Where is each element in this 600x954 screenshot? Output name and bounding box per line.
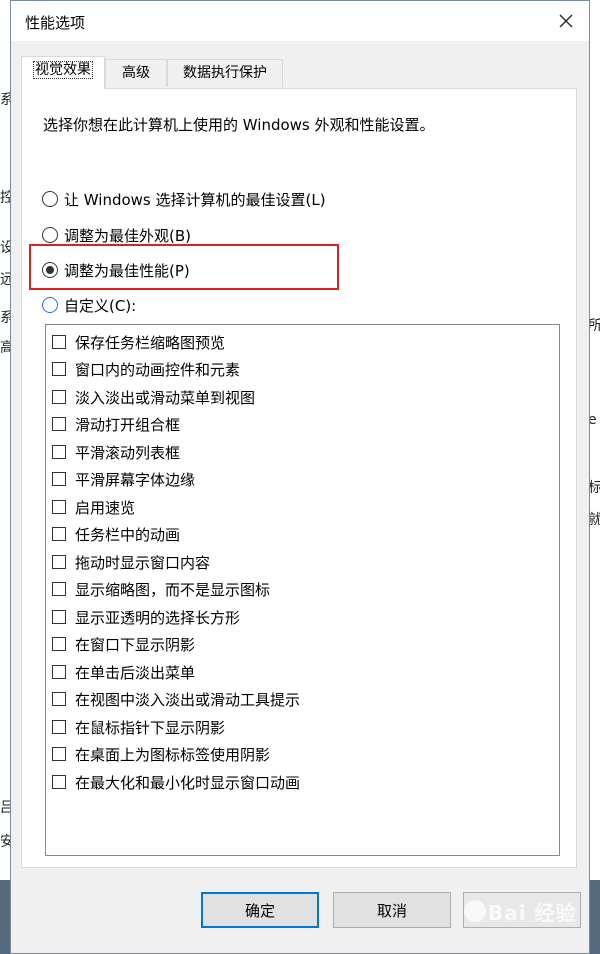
- list-item-label: 平滑滚动列表框: [75, 443, 181, 462]
- list-item-label: 显示亚透明的选择长方形: [75, 608, 241, 627]
- title-bar: 性能选项: [11, 1, 589, 41]
- radio-button[interactable]: [42, 191, 58, 207]
- radio-button-selected[interactable]: [42, 262, 58, 278]
- radio-button[interactable]: [42, 297, 58, 313]
- list-item[interactable]: 任务栏中的动画: [52, 524, 180, 544]
- checkbox[interactable]: [52, 637, 66, 651]
- list-item-label: 在窗口下显示阴影: [75, 635, 196, 654]
- tab-label: 数据执行保护: [183, 65, 267, 81]
- list-item-label: 在视图中淡入淡出或滑动工具提示: [75, 690, 301, 709]
- list-item[interactable]: 在最大化和最小化时显示窗口动画: [52, 772, 300, 792]
- paw-icon: [464, 900, 486, 922]
- radio-best-appearance[interactable]: 调整为最佳外观(B): [42, 224, 191, 246]
- panel-description: 选择你想在此计算机上使用的 Windows 外观和性能设置。: [43, 116, 435, 134]
- list-item[interactable]: 在鼠标指针下显示阴影: [52, 717, 225, 737]
- list-item-label: 保存任务栏缩略图预览: [75, 333, 226, 352]
- list-item-label: 在桌面上为图标标签使用阴影: [75, 745, 271, 764]
- list-item[interactable]: 在窗口下显示阴影: [52, 634, 195, 654]
- checkbox[interactable]: [52, 472, 66, 486]
- list-item[interactable]: 启用速览: [52, 497, 135, 517]
- checkbox[interactable]: [52, 500, 66, 514]
- radio-label: 自定义(C):: [64, 296, 137, 315]
- list-item-label: 任务栏中的动画: [75, 525, 181, 544]
- ok-button[interactable]: 确定: [201, 892, 319, 928]
- radio-label: 调整为最佳外观(B): [64, 226, 191, 245]
- radio-custom[interactable]: 自定义(C):: [42, 294, 136, 316]
- checkbox[interactable]: [52, 335, 66, 349]
- list-item[interactable]: 滑动打开组合框: [52, 414, 180, 434]
- list-item-label: 滑动打开组合框: [75, 415, 181, 434]
- radio-label: 让 Windows 选择计算机的最佳设置(L): [64, 190, 326, 209]
- list-item[interactable]: 显示缩略图，而不是显示图标: [52, 579, 270, 599]
- list-item-label: 窗口内的动画控件和元素: [75, 360, 241, 379]
- list-item[interactable]: 在桌面上为图标标签使用阴影: [52, 744, 270, 764]
- dialog-title: 性能选项: [25, 14, 86, 32]
- tab-label: 高级: [122, 65, 150, 81]
- list-item-label: 淡入淡出或滑动菜单到视图: [75, 388, 256, 407]
- tab-data-execution-prevention[interactable]: 数据执行保护: [167, 59, 283, 87]
- list-item[interactable]: 显示亚透明的选择长方形: [52, 607, 240, 627]
- checkbox[interactable]: [52, 692, 66, 706]
- radio-button[interactable]: [42, 227, 58, 243]
- list-item[interactable]: 淡入淡出或滑动菜单到视图: [52, 387, 255, 407]
- radio-let-windows-choose[interactable]: 让 Windows 选择计算机的最佳设置(L): [42, 188, 326, 210]
- list-item-label: 平滑屏幕字体边缘: [75, 470, 196, 489]
- tab-label: 视觉效果: [33, 61, 93, 79]
- checkbox[interactable]: [52, 582, 66, 596]
- checkbox[interactable]: [52, 555, 66, 569]
- list-item[interactable]: 拖动时显示窗口内容: [52, 552, 210, 572]
- checkbox[interactable]: [52, 417, 66, 431]
- list-item[interactable]: 平滑屏幕字体边缘: [52, 469, 195, 489]
- checkbox[interactable]: [52, 747, 66, 761]
- checkbox[interactable]: [52, 665, 66, 679]
- checkbox[interactable]: [52, 445, 66, 459]
- cancel-button[interactable]: 取消: [333, 892, 451, 928]
- watermark-text: Bai 经验: [488, 900, 577, 925]
- tab-visual-effects[interactable]: 视觉效果: [21, 56, 105, 89]
- list-item[interactable]: 平滑滚动列表框: [52, 442, 180, 462]
- close-icon: [559, 14, 573, 28]
- visual-effects-panel: 选择你想在此计算机上使用的 Windows 外观和性能设置。 让 Windows…: [21, 88, 577, 868]
- list-item-label: 启用速览: [75, 498, 136, 517]
- checkbox[interactable]: [52, 362, 66, 376]
- checkbox[interactable]: [52, 720, 66, 734]
- radio-best-performance[interactable]: 调整为最佳性能(P): [42, 259, 190, 281]
- close-button[interactable]: [549, 5, 583, 37]
- checkbox[interactable]: [52, 527, 66, 541]
- baidu-watermark: Bai 经验: [462, 894, 580, 928]
- list-item[interactable]: 窗口内的动画控件和元素: [52, 359, 240, 379]
- tab-advanced[interactable]: 高级: [105, 59, 167, 87]
- list-item[interactable]: 保存任务栏缩略图预览: [52, 332, 225, 352]
- performance-options-dialog: 性能选项 视觉效果 高级 数据执行保护 选择你想在此计算机上使用的 Window…: [10, 0, 590, 954]
- list-item-label: 在鼠标指针下显示阴影: [75, 718, 226, 737]
- list-item-label: 在单击后淡出菜单: [75, 663, 196, 682]
- checkbox[interactable]: [52, 610, 66, 624]
- list-item[interactable]: 在视图中淡入淡出或滑动工具提示: [52, 689, 300, 709]
- list-item-label: 在最大化和最小化时显示窗口动画: [75, 773, 301, 792]
- radio-label: 调整为最佳性能(P): [64, 261, 190, 280]
- list-item[interactable]: 在单击后淡出菜单: [52, 662, 195, 682]
- checkbox[interactable]: [52, 390, 66, 404]
- list-item-label: 显示缩略图，而不是显示图标: [75, 580, 271, 599]
- list-item-label: 拖动时显示窗口内容: [75, 553, 211, 572]
- checkbox[interactable]: [52, 775, 66, 789]
- visual-effects-list[interactable]: 保存任务栏缩略图预览 窗口内的动画控件和元素 淡入淡出或滑动菜单到视图 滑动打开…: [45, 324, 560, 856]
